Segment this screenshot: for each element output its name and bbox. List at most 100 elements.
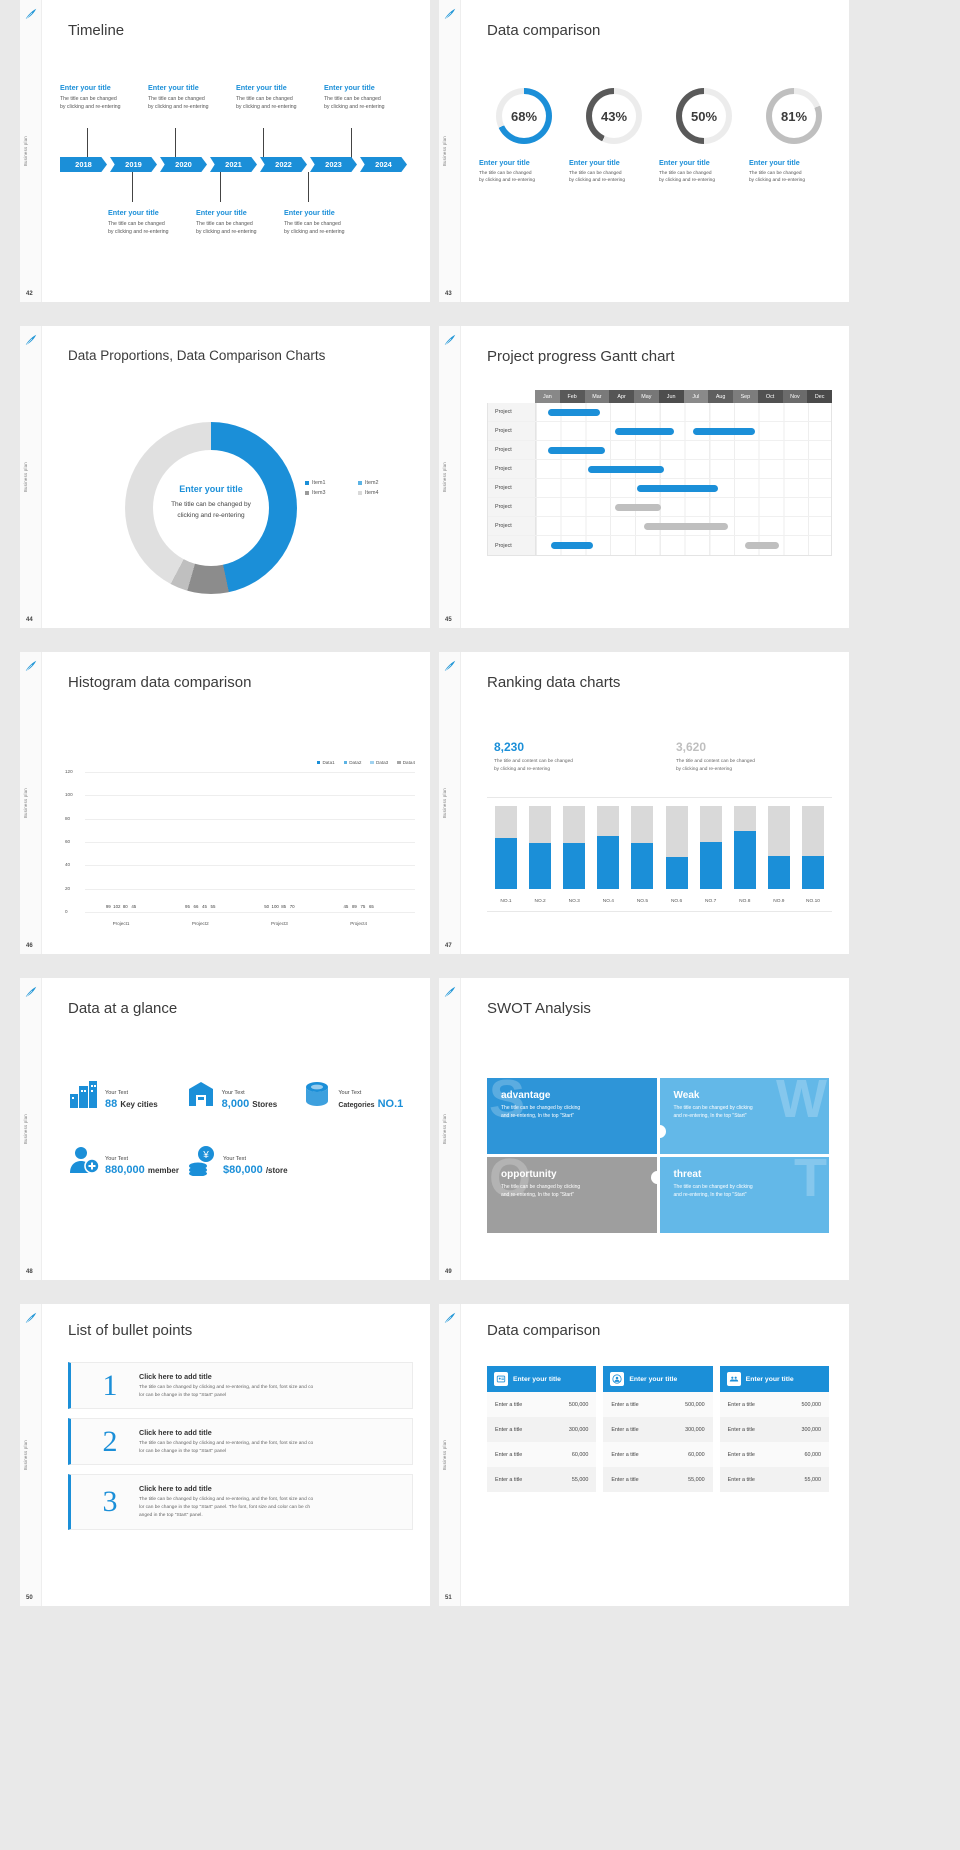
histogram-plot: 120 100 80 60 40 20 0 99 102 80 45 Proje…: [65, 769, 415, 926]
comparison-header[interactable]: Enter your title: [487, 1366, 597, 1392]
gantt-bar[interactable]: [636, 485, 718, 492]
comparison-header[interactable]: Enter your title: [719, 1366, 829, 1392]
legend-item: Item1: [305, 480, 352, 486]
gantt-month-header: Jan Feb Mar Apr May Jun Jul Aug Sep Oct …: [535, 390, 832, 403]
ring-gauge: 43%: [586, 88, 642, 144]
gantt-bar[interactable]: [550, 542, 593, 549]
gantt-row: Project: [488, 441, 831, 460]
comparison-header[interactable]: Enter your title: [603, 1366, 713, 1392]
gantt-bar[interactable]: [548, 447, 605, 454]
swot-quadrant-threat[interactable]: T threat The title can be changed by cli…: [659, 1157, 829, 1233]
timeline-year[interactable]: 2023: [310, 157, 357, 172]
glance-unit: member: [147, 1166, 179, 1175]
timeline-year[interactable]: 2020: [160, 157, 207, 172]
slide-timeline[interactable]: Business plan Timeline Enter your title T…: [20, 0, 430, 302]
bar-value: 95: [185, 904, 190, 909]
gantt-rows: Project Project Project Project Project …: [487, 403, 832, 556]
swot-line1: The title can be changed by clicking: [501, 1184, 581, 1190]
slide-comparison-tables[interactable]: Business plan Data comparison Enter your…: [439, 1304, 849, 1606]
slide-histogram[interactable]: Business plan Histogram data comparison …: [20, 652, 430, 954]
x-tick: Project2: [191, 921, 209, 926]
ring-gauge: 50%: [676, 88, 732, 144]
slide-page-number: 46: [26, 943, 33, 949]
gantt-bar[interactable]: [644, 523, 728, 530]
timeline-item-line2: by clicking and re-entering: [236, 104, 297, 111]
timeline-bottom-items: Enter your title The title can be changed…: [108, 208, 428, 236]
slide-gantt-chart[interactable]: Business plan Project progress Gantt cha…: [439, 326, 849, 628]
bullet-line3: anged in the top "Start" panel.: [139, 1512, 203, 1518]
gantt-month: Mar: [584, 390, 610, 403]
gantt-bar[interactable]: [548, 409, 600, 416]
swot-quadrant-strength[interactable]: S advantage The title can be changed by …: [487, 1078, 657, 1154]
user-add-icon: [70, 1147, 100, 1174]
ranking-column[interactable]: NO.7: [699, 806, 722, 904]
ranking-column[interactable]: NO.3: [563, 806, 586, 904]
gantt-track: [536, 403, 831, 421]
bar-value: 85: [281, 904, 287, 909]
timeline-year[interactable]: 2018: [60, 157, 107, 172]
gantt-bar[interactable]: [614, 428, 674, 435]
slide-page-number: 42: [26, 291, 33, 297]
x-tick: Project4: [350, 921, 368, 926]
slide-data-at-a-glance[interactable]: Business plan Data at a glance Your Text…: [20, 978, 430, 1280]
bullet-number: 1: [102, 1368, 118, 1402]
gantt-row-label: Project: [488, 517, 536, 535]
bar-value: 102: [113, 904, 121, 909]
legend-label: Item1: [312, 480, 326, 486]
slide-data-comparison-rings[interactable]: Business plan Data comparison 68% Enter …: [439, 0, 849, 302]
slide-grid: Business plan Timeline Enter your title T…: [0, 0, 960, 1614]
swot-line1: The title can be changed by clicking: [673, 1105, 753, 1111]
ring-value: 81%: [772, 94, 816, 138]
table-row: Enter a title 500,000: [719, 1392, 829, 1417]
row-label: Enter a title: [611, 1426, 639, 1433]
donut-center-line2: clicking and re-entering: [177, 512, 245, 520]
slide-data-proportions[interactable]: Business plan Data Proportions, Data Com…: [20, 326, 430, 628]
gantt-bar[interactable]: [614, 504, 662, 511]
ranking-column[interactable]: NO.8: [733, 806, 756, 904]
slide-bullet-list[interactable]: Business plan List of bullet points 1 Cl…: [20, 1304, 430, 1606]
comparison-tables: Enter your title Enter a title 500,000 En…: [487, 1366, 829, 1492]
ring-line2: by clicking and re-entering: [479, 178, 535, 184]
feather-logo-icon: [25, 660, 37, 671]
swot-quadrant-opportunity[interactable]: O opportunity The title can be changed b…: [487, 1157, 657, 1233]
timeline-year[interactable]: 2022: [260, 157, 307, 172]
bar-value: 80: [122, 904, 128, 909]
gantt-row: Project: [488, 536, 831, 555]
bullet-item[interactable]: 1 Click here to add title The title can …: [68, 1362, 413, 1409]
timeline-item: Enter your title The title can be changed…: [60, 83, 148, 111]
gantt-bar[interactable]: [587, 466, 664, 473]
ranking-column[interactable]: NO.9: [767, 806, 790, 904]
ranking-column[interactable]: NO.1: [495, 806, 517, 904]
bullet-item[interactable]: 2 Click here to add title The title can …: [68, 1418, 413, 1465]
ranking-column[interactable]: NO.10: [801, 806, 824, 904]
gantt-month: Aug: [708, 390, 733, 403]
ranking-column[interactable]: NO.5: [631, 806, 654, 904]
ring-title: Enter your title: [659, 158, 710, 167]
swot-quadrant-weakness[interactable]: W Weak The title can be changed by click…: [659, 1078, 829, 1154]
highlight-line1: The title and content can be changed: [494, 759, 573, 764]
users-group-icon: [726, 1372, 741, 1386]
ranking-column[interactable]: NO.2: [529, 806, 552, 904]
gantt-bar[interactable]: [693, 428, 755, 435]
timeline-item-line1: The title can be changed: [284, 221, 341, 227]
timeline-year[interactable]: 2024: [360, 157, 407, 172]
ring-gauge: 68%: [496, 88, 552, 144]
row-label: Enter a title: [495, 1426, 523, 1433]
timeline-item-title: Enter your title: [148, 83, 199, 92]
slide-ranking-charts[interactable]: Business plan Ranking data charts 8,230 …: [439, 652, 849, 954]
ranking-column[interactable]: NO.4: [597, 806, 620, 904]
gantt-bar[interactable]: [744, 542, 780, 549]
glance-item: Your Text 880,000 member: [68, 1144, 186, 1176]
timeline-year[interactable]: 2019: [110, 157, 157, 172]
glance-value: 88: [105, 1098, 118, 1110]
ranking-column[interactable]: NO.6: [665, 806, 688, 904]
gantt-row-label: Project: [488, 460, 536, 478]
slide-swot-analysis[interactable]: Business plan SWOT Analysis S advantage …: [439, 978, 849, 1280]
timeline-year[interactable]: 2021: [210, 157, 257, 172]
bullet-item[interactable]: 3 Click here to add title The title can …: [68, 1474, 413, 1530]
feather-logo-icon: [25, 986, 37, 997]
ranking-highlights: 8,230 The title and content can be chang…: [494, 740, 824, 773]
page-title: Timeline: [68, 22, 125, 39]
row-label: Enter a title: [495, 1476, 523, 1483]
row-value: 500,000: [685, 1401, 705, 1408]
